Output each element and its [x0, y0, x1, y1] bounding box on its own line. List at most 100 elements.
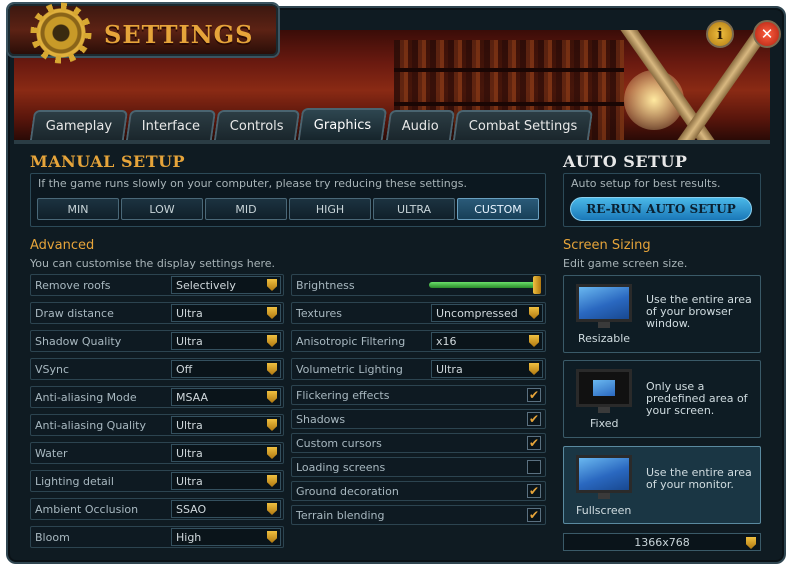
chevron-down-icon — [267, 335, 277, 347]
setting-label: Anti-aliasing Quality — [35, 418, 146, 432]
slider-thumb[interactable] — [533, 276, 541, 294]
close-button[interactable]: ✕ — [753, 20, 781, 48]
chevron-down-icon — [529, 363, 539, 375]
tab-label: Audio — [401, 118, 439, 134]
manual-setup-title: MANUAL SETUP — [30, 152, 186, 171]
auto-setup-hint: Auto setup for best results. — [571, 177, 721, 190]
ground-decoration-checkbox[interactable]: ✔ — [527, 484, 541, 498]
preset-low-button[interactable]: LOW — [121, 198, 203, 220]
rerun-auto-setup-button[interactable]: RE-RUN AUTO SETUP — [570, 197, 752, 221]
vsync-dropdown[interactable]: Off — [171, 360, 281, 378]
flickering-effects-checkbox[interactable]: ✔ — [527, 388, 541, 402]
setting-label: Shadow Quality — [35, 334, 122, 348]
resolution-dropdown[interactable]: 1366x768 — [563, 533, 761, 551]
fixed-mode-button[interactable]: Only use a predefined area of your scree… — [563, 360, 761, 438]
anisotropic-filtering-dropdown[interactable]: x16 — [431, 332, 543, 350]
fixed-label: Fixed — [590, 417, 619, 430]
chevron-down-icon — [267, 531, 277, 543]
setting-row-shadows: Shadows ✔ — [291, 409, 546, 429]
dropdown-value: Off — [176, 362, 193, 376]
advanced-title: Advanced — [30, 238, 95, 253]
setting-row-bloom: Bloom High — [30, 526, 284, 548]
window-title: SETTINGS — [104, 20, 254, 49]
info-button[interactable]: i — [706, 20, 734, 48]
dropdown-value: MSAA — [176, 390, 209, 404]
preset-custom-button[interactable]: CUSTOM — [457, 198, 539, 220]
chevron-down-icon — [267, 447, 277, 459]
fixed-description: Only use a predefined area of your scree… — [646, 380, 748, 417]
setting-label: Anisotropic Filtering — [296, 334, 406, 348]
dropdown-value: Selectively — [176, 278, 236, 292]
setting-row-ambient-occlusion: Ambient Occlusion SSAO — [30, 498, 284, 520]
resizable-mode-button[interactable]: Use the entire area of your browser wind… — [563, 275, 761, 353]
remove-roofs-dropdown[interactable]: Selectively — [171, 276, 281, 294]
chevron-down-icon — [267, 307, 277, 319]
setting-label: Volumetric Lighting — [296, 362, 403, 376]
dropdown-value: x16 — [436, 334, 457, 348]
tab-controls[interactable]: Controls — [214, 110, 301, 140]
brightness-slider[interactable] — [429, 276, 541, 294]
setting-row-anti-aliasing-quality: Anti-aliasing Quality Ultra — [30, 414, 284, 436]
chevron-down-icon — [267, 475, 277, 487]
resizable-label: Resizable — [578, 332, 631, 345]
tab-label: Gameplay — [45, 118, 113, 134]
setting-label: Custom cursors — [296, 436, 382, 450]
loading-screens-checkbox[interactable] — [527, 460, 541, 474]
preset-mid-button[interactable]: MID — [205, 198, 287, 220]
chevron-down-icon — [267, 363, 277, 375]
setting-row-shadow-quality: Shadow Quality Ultra — [30, 330, 284, 352]
setting-row-custom-cursors: Custom cursors ✔ — [291, 433, 546, 453]
tab-combat-settings[interactable]: Combat Settings — [452, 110, 594, 140]
setting-row-ground-decoration: Ground decoration ✔ — [291, 481, 546, 501]
dropdown-value: Ultra — [436, 362, 463, 376]
setting-row-draw-distance: Draw distance Ultra — [30, 302, 284, 324]
fullscreen-label: Fullscreen — [576, 504, 632, 517]
screen-sizing-title: Screen Sizing — [563, 238, 651, 253]
chevron-down-icon — [267, 503, 277, 515]
chevron-down-icon — [529, 307, 539, 319]
textures-dropdown[interactable]: Uncompressed — [431, 304, 543, 322]
dropdown-value: Ultra — [176, 418, 203, 432]
tab-interface[interactable]: Interface — [126, 110, 217, 140]
lighting-detail-dropdown[interactable]: Ultra — [171, 472, 281, 490]
volumetric-lighting-dropdown[interactable]: Ultra — [431, 360, 543, 378]
setting-row-anisotropic-filtering: Anisotropic Filtering x16 — [291, 330, 546, 352]
screen-sizing-hint: Edit game screen size. — [563, 257, 688, 270]
advanced-hint: You can customise the display settings h… — [30, 257, 276, 270]
preset-high-button[interactable]: HIGH — [289, 198, 371, 220]
draw-distance-dropdown[interactable]: Ultra — [171, 304, 281, 322]
bloom-dropdown[interactable]: High — [171, 528, 281, 546]
preset-min-button[interactable]: MIN — [37, 198, 119, 220]
setting-row-flickering-effects: Flickering effects ✔ — [291, 385, 546, 405]
checkmark-icon: ✔ — [528, 412, 540, 426]
tab-bar: Gameplay Interface Controls Graphics Aud… — [29, 108, 594, 140]
setting-label: Lighting detail — [35, 474, 114, 488]
shadow-quality-dropdown[interactable]: Ultra — [171, 332, 281, 350]
fullscreen-mode-button[interactable]: Use the entire area of your monitor. Ful… — [563, 446, 761, 524]
setting-label: Textures — [296, 306, 342, 320]
terrain-blending-checkbox[interactable]: ✔ — [527, 508, 541, 522]
dropdown-value: Ultra — [176, 306, 203, 320]
setting-label: Brightness — [296, 278, 355, 292]
tab-graphics[interactable]: Graphics — [297, 108, 388, 140]
preset-ultra-button[interactable]: ULTRA — [373, 198, 455, 220]
shadows-checkbox[interactable]: ✔ — [527, 412, 541, 426]
custom-cursors-checkbox[interactable]: ✔ — [527, 436, 541, 450]
setting-label: Water — [35, 446, 68, 460]
setting-label: Remove roofs — [35, 278, 111, 292]
fullscreen-monitor-icon — [576, 455, 632, 499]
setting-row-vsync: VSync Off — [30, 358, 284, 380]
tab-gameplay[interactable]: Gameplay — [29, 110, 129, 140]
anti-aliasing-mode-dropdown[interactable]: MSAA — [171, 388, 281, 406]
anti-aliasing-quality-dropdown[interactable]: Ultra — [171, 416, 281, 434]
setting-row-anti-aliasing-mode: Anti-aliasing Mode MSAA — [30, 386, 284, 408]
setting-label: Terrain blending — [296, 508, 385, 522]
water-dropdown[interactable]: Ultra — [171, 444, 281, 462]
ambient-occlusion-dropdown[interactable]: SSAO — [171, 500, 281, 518]
checkmark-icon: ✔ — [528, 436, 540, 450]
setting-row-remove-roofs: Remove roofs Selectively — [30, 274, 284, 296]
tab-label: Graphics — [314, 117, 372, 133]
auto-setup-title: AUTO SETUP — [563, 152, 688, 171]
chevron-down-icon — [529, 335, 539, 347]
tab-audio[interactable]: Audio — [385, 110, 455, 140]
